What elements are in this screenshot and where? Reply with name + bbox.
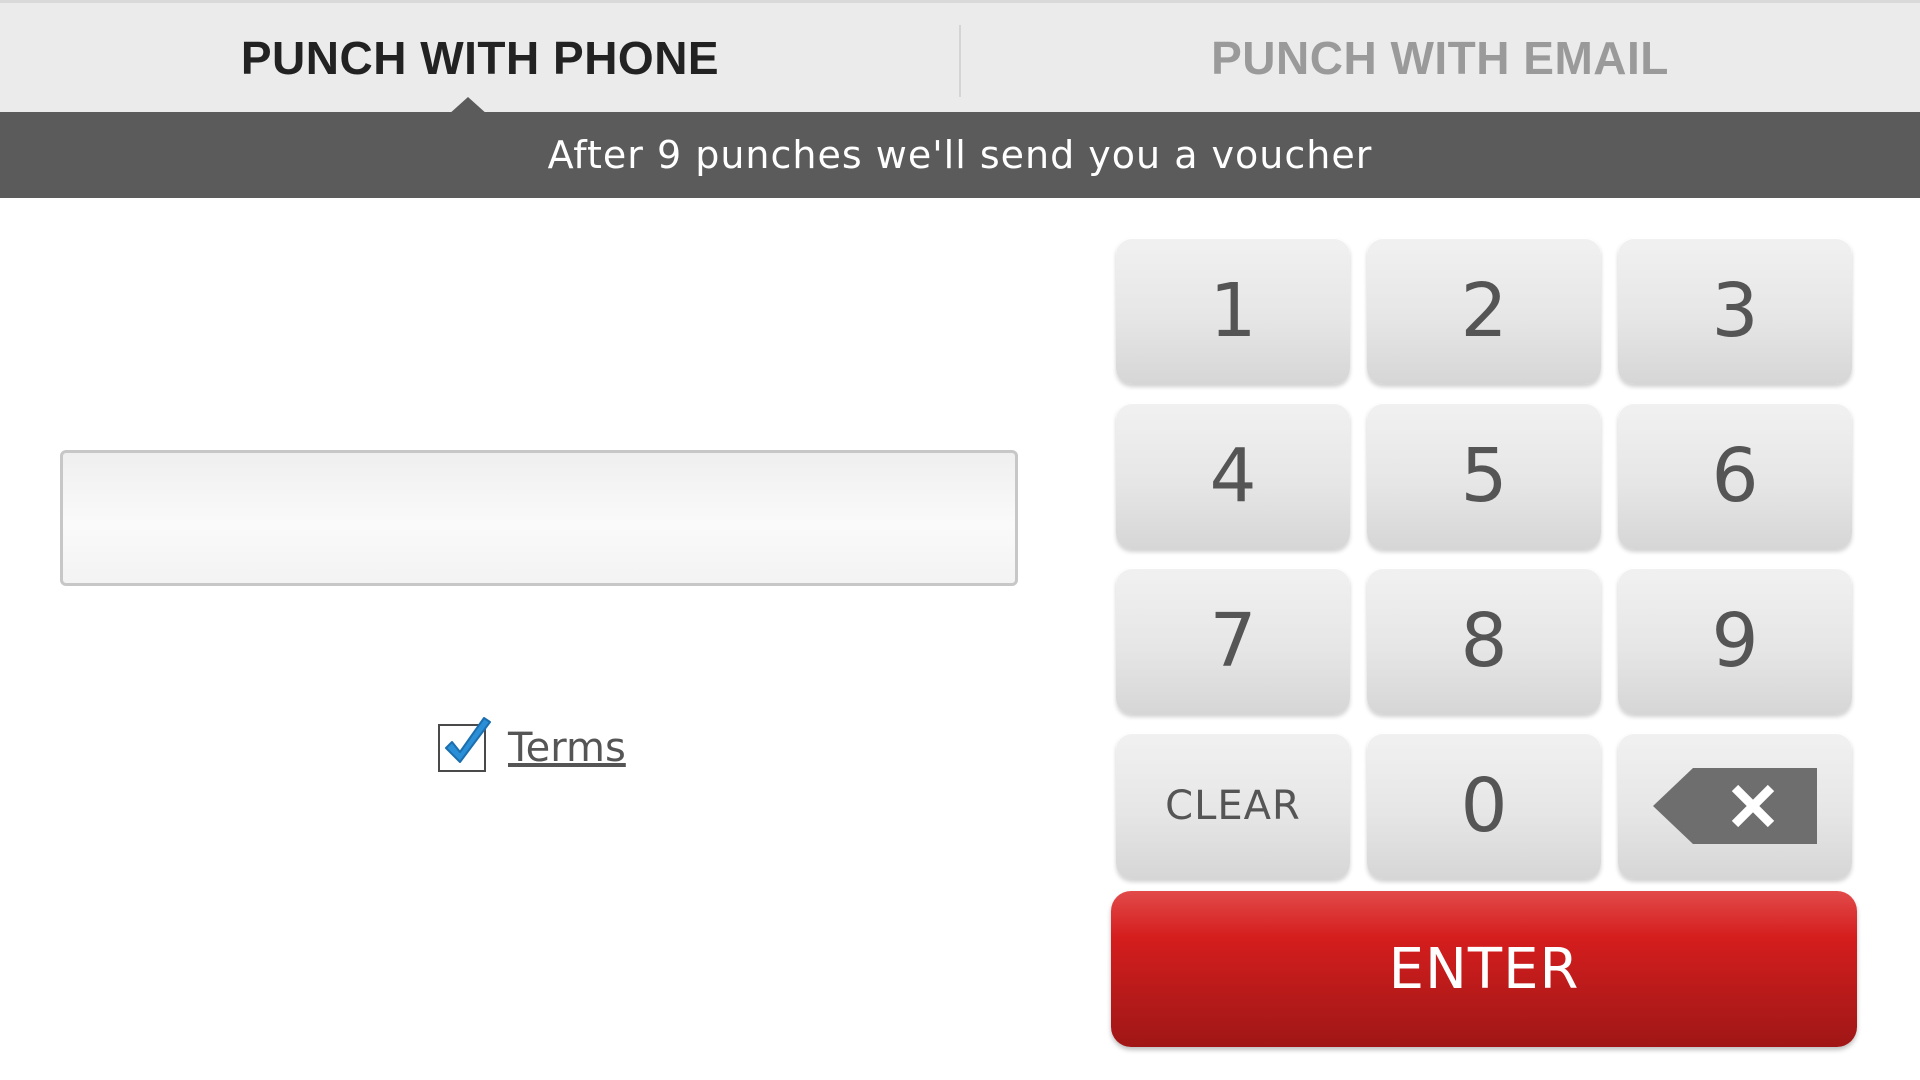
enter-button[interactable]: ENTER bbox=[1111, 891, 1857, 1047]
enter-button-label: ENTER bbox=[1388, 936, 1580, 1002]
clear-button[interactable]: CLEAR bbox=[1116, 733, 1350, 879]
key-9[interactable]: 9 bbox=[1618, 568, 1852, 714]
info-banner-text: After 9 punches we'll send you a voucher bbox=[547, 133, 1373, 177]
key-7[interactable]: 7 bbox=[1116, 568, 1350, 714]
backspace-button[interactable] bbox=[1618, 733, 1852, 879]
key-3[interactable]: 3 bbox=[1618, 238, 1852, 384]
key-4[interactable]: 4 bbox=[1116, 403, 1350, 549]
key-8[interactable]: 8 bbox=[1367, 568, 1601, 714]
backspace-icon bbox=[1653, 768, 1817, 844]
key-0[interactable]: 0 bbox=[1367, 733, 1601, 879]
checkmark-icon bbox=[445, 717, 491, 763]
key-2[interactable]: 2 bbox=[1367, 238, 1601, 384]
phone-number-input[interactable] bbox=[60, 450, 1018, 586]
tab-bar: PUNCH WITH PHONE PUNCH WITH EMAIL bbox=[0, 0, 1920, 115]
key-5[interactable]: 5 bbox=[1367, 403, 1601, 549]
terms-checkbox[interactable] bbox=[438, 717, 491, 772]
terms-row: Terms bbox=[438, 717, 626, 778]
key-6[interactable]: 6 bbox=[1618, 403, 1852, 549]
terms-link[interactable]: Terms bbox=[508, 725, 626, 771]
info-banner: After 9 punches we'll send you a voucher bbox=[0, 112, 1920, 198]
tab-punch-with-phone-label: PUNCH WITH PHONE bbox=[240, 31, 720, 84]
tab-punch-with-phone[interactable]: PUNCH WITH PHONE bbox=[0, 3, 960, 112]
numeric-keypad: 1 2 3 4 5 6 7 8 9 CLEAR 0 bbox=[1116, 238, 1852, 879]
key-1[interactable]: 1 bbox=[1116, 238, 1350, 384]
tab-punch-with-email-label: PUNCH WITH EMAIL bbox=[1211, 31, 1669, 84]
tab-punch-with-email[interactable]: PUNCH WITH EMAIL bbox=[960, 3, 1920, 112]
